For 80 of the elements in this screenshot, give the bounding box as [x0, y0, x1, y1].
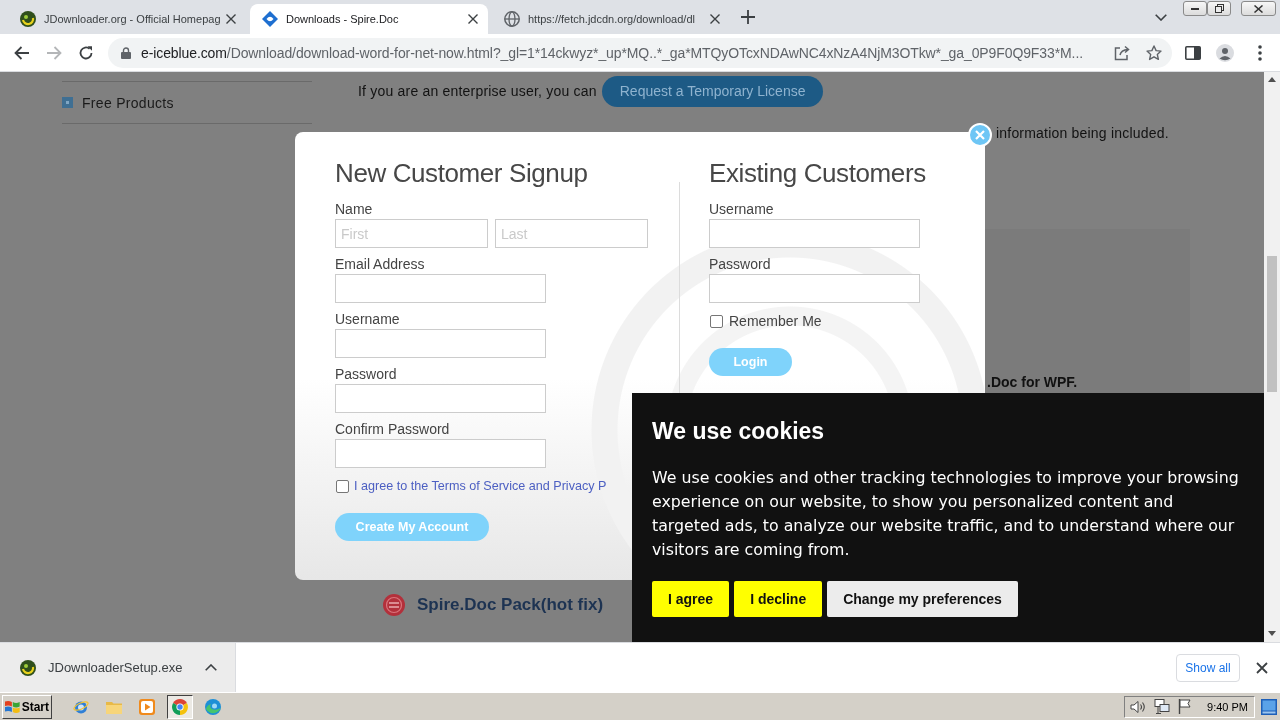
orbit-logo-icon — [73, 698, 89, 715]
close-icon[interactable] — [226, 14, 236, 24]
field-label: Username — [335, 310, 401, 328]
restore-button[interactable] — [1207, 1, 1231, 16]
segmented-circle-icon — [172, 698, 188, 715]
chevron-up-icon[interactable] — [205, 664, 217, 671]
close-icon — [975, 130, 985, 140]
share-icon[interactable] — [1114, 44, 1130, 61]
field-label: Confirm Password — [335, 420, 451, 438]
minimize-icon — [1191, 7, 1199, 10]
lock-icon — [121, 46, 131, 59]
close-button[interactable] — [1241, 1, 1276, 16]
play-icon — [139, 698, 155, 715]
swirl-logo-icon — [205, 698, 221, 715]
input-field[interactable] — [335, 274, 546, 303]
checkbox[interactable] — [336, 479, 349, 493]
folder-icon — [106, 699, 122, 714]
browser-tab[interactable]: JDownloader.org - Official Homepag — [8, 4, 246, 34]
field-label: Username — [709, 200, 775, 218]
flag-logo-icon — [5, 699, 20, 714]
banner-title: We use cookies — [652, 417, 826, 445]
sidebar-item[interactable]: Free Products — [82, 94, 174, 111]
flag-icon[interactable] — [1178, 699, 1192, 714]
browser-tab[interactable]: https://fetch.jdcdn.org/download/dl — [492, 4, 730, 34]
app-logo-icon — [20, 659, 36, 676]
taskbar-app-button[interactable] — [167, 694, 193, 719]
close-icon — [1254, 4, 1263, 13]
speaker-icon[interactable] — [1130, 699, 1147, 714]
cookie-choice-button[interactable]: I decline — [734, 581, 823, 617]
input-field[interactable] — [335, 384, 546, 413]
terms-link[interactable]: I agree to the Terms of Service and Privacy P — [354, 479, 607, 493]
scrollbar-thumb[interactable] — [1267, 256, 1277, 392]
new-tab-icon[interactable] — [741, 10, 755, 24]
app-logo-icon — [20, 11, 36, 27]
globe-icon — [504, 11, 520, 27]
field-label: Password — [709, 255, 772, 273]
field-label: Name — [335, 200, 374, 218]
address-bar[interactable]: e-iceblue.com/Download/download-word-for-net-now.html?_gl=1*14ckwyz*_up*MQ..*_ga*MTQyOTcxNDAwNC4xNzA4NjM3OTkw*_ga_0P9F0Q9F33*M... — [108, 37, 1172, 68]
url-text[interactable]: e-iceblue.com/Download/download-word-for-net-now.html?_gl=1*14ckwyz*_up*MQ..*_ga*MTQyOTcxNDAwNC4xNzA4NjM3OTkw*_ga_0P9F0Q9F33*M... — [141, 44, 1098, 61]
more-menu-icon[interactable] — [1258, 44, 1262, 61]
section-title: New Customer Signup — [335, 157, 589, 190]
close-icon[interactable] — [468, 14, 478, 24]
download-item[interactable]: JDownloaderSetup.exe — [0, 643, 236, 692]
scrollbar[interactable] — [1264, 72, 1280, 642]
product-caption: .Doc for WPF. — [987, 373, 1078, 391]
network-icon[interactable] — [1154, 699, 1171, 714]
remember-me-label: Remember Me — [729, 313, 822, 329]
chevron-down-icon[interactable] — [1155, 13, 1167, 21]
input-field[interactable] — [335, 329, 546, 358]
back-icon[interactable] — [14, 45, 30, 60]
hotfix-badge-icon — [383, 594, 405, 616]
bullet-square-icon — [62, 97, 73, 108]
minimize-button[interactable] — [1183, 1, 1207, 16]
close-icon[interactable] — [1256, 661, 1268, 674]
show-all-button[interactable]: Show all — [1176, 653, 1240, 682]
cookie-choice-button[interactable]: Change my preferences — [827, 581, 1018, 617]
enterprise-user-text: If you are an enterprise user, you can — [358, 82, 597, 101]
scroll-down-icon[interactable] — [1268, 631, 1276, 636]
banner-text: We use cookies and other tracking technologies to improve your browsing experience on our website, to show you personalized content and targeted ads, to analyze our website traffic, and to understand where our visitors are coming from. — [652, 467, 1240, 561]
profile-icon[interactable] — [1216, 43, 1234, 62]
input-field[interactable] — [335, 439, 546, 468]
field-label: Email Address — [335, 255, 426, 273]
cookie-choice-button[interactable]: I agree — [652, 581, 730, 617]
checkbox[interactable] — [710, 314, 723, 328]
star-icon[interactable] — [1146, 44, 1162, 61]
email-info-text: information being included. — [996, 124, 1169, 143]
field-label: Password — [335, 365, 398, 383]
start-button[interactable]: Start — [2, 694, 52, 719]
input-field[interactable] — [709, 219, 920, 248]
section-title: Existing Customers — [709, 157, 927, 190]
reload-icon[interactable] — [78, 44, 94, 61]
clock[interactable]: 9:40 PM — [1207, 700, 1248, 713]
site-logo-icon — [262, 11, 278, 27]
show-desktop-icon[interactable] — [1261, 698, 1277, 715]
restore-icon — [1214, 4, 1224, 13]
close-icon[interactable] — [710, 14, 720, 24]
browser-tab[interactable]: Downloads - Spire.Doc — [250, 4, 488, 34]
side-panel-icon[interactable] — [1185, 45, 1201, 60]
scroll-up-icon[interactable] — [1268, 77, 1276, 82]
input-field[interactable] — [709, 274, 920, 303]
